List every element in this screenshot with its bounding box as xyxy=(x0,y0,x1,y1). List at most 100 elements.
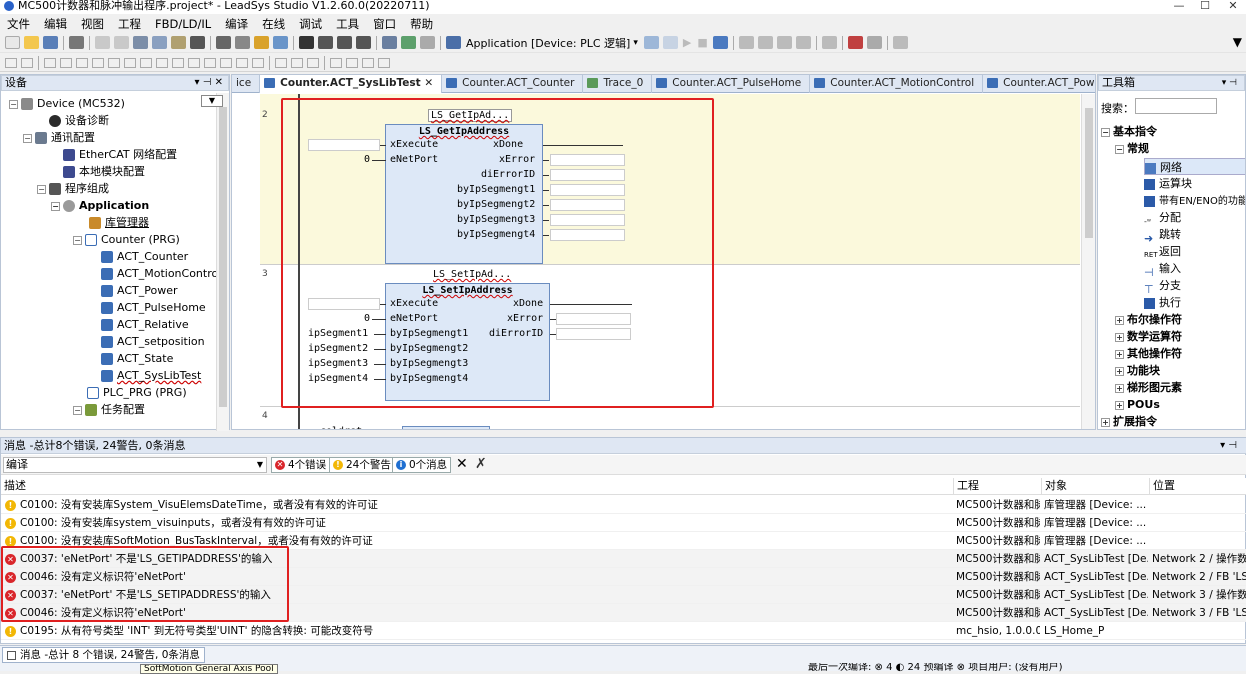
editor-scrollbar[interactable] xyxy=(1081,94,1095,429)
tree-item-library-manager[interactable]: 库管理器 xyxy=(89,214,149,231)
toolbox-category-basic[interactable]: − 基本指令 xyxy=(1101,123,1157,140)
set-reset-icon[interactable] xyxy=(362,57,374,68)
reset-icon[interactable] xyxy=(712,36,728,49)
chevron-down-icon[interactable]: ▾ xyxy=(633,38,638,48)
contact-icon[interactable] xyxy=(44,57,56,68)
toolbox-item-execute[interactable]: 执行 xyxy=(1144,294,1181,311)
edge-detect-icon[interactable] xyxy=(346,57,358,68)
tab-act-counter[interactable]: Counter.ACT_Counter xyxy=(442,75,584,93)
message-row[interactable]: ! C0195: 从有符号类型 'INT' 到无符号类型'UINT' 的隐含转换:… xyxy=(1,622,1246,640)
toolbox-category-general[interactable]: − 常规 xyxy=(1115,140,1149,157)
tab-act-pulsehome[interactable]: Counter.ACT_PulseHome xyxy=(652,75,811,93)
fbd-canvas[interactable]: 2 3 4 LS_GetIpAd... LS_GetIpAddress xExe… xyxy=(232,94,1082,429)
menu-view[interactable]: 视图 xyxy=(74,16,111,32)
rising-edge-icon[interactable] xyxy=(156,57,168,68)
save-icon[interactable] xyxy=(43,36,58,49)
replace-icon[interactable] xyxy=(235,36,250,49)
toolbox-category-extended[interactable]: + 扩展指令 xyxy=(1101,413,1157,429)
menu-window[interactable]: 窗口 xyxy=(366,16,403,32)
toolbox-item-return[interactable]: RET返回 xyxy=(1144,243,1181,260)
contact-parallel-negated-icon[interactable] xyxy=(92,57,104,68)
menu-online[interactable]: 在线 xyxy=(255,16,292,32)
menu-tools[interactable]: 工具 xyxy=(329,16,366,32)
open-folder-icon[interactable] xyxy=(24,36,39,49)
negate-icon[interactable] xyxy=(330,57,342,68)
messages-status-tab[interactable]: 消息 -总计 8 个错误, 24警告, 0条消息 xyxy=(2,647,205,663)
bookmark-icon[interactable] xyxy=(254,36,269,49)
tree-item-counter-prg[interactable]: − Counter (PRG) xyxy=(73,231,180,248)
tree-item-act-motioncontrol[interactable]: ACT_MotionControl xyxy=(101,265,217,282)
run-to-cursor-icon[interactable] xyxy=(795,36,811,49)
menu-debug[interactable]: 调试 xyxy=(292,16,329,32)
copy-icon[interactable] xyxy=(152,36,167,49)
column-project[interactable]: 工程 xyxy=(953,478,1041,495)
tree-item-application[interactable]: − Application xyxy=(51,197,149,214)
force-values-icon[interactable] xyxy=(866,36,882,49)
message-row[interactable]: ! C0100: 没有安装库System_VisuElemsDateTime，或者… xyxy=(1,496,1246,514)
toolbox-category-math[interactable]: + 数学运算符 xyxy=(1115,328,1182,345)
stop-icon[interactable]: ■ xyxy=(697,36,707,49)
menu-help[interactable]: 帮助 xyxy=(403,16,440,32)
panel-pin-icon[interactable]: ▾ ⊣ xyxy=(1222,76,1237,90)
new-file-icon[interactable] xyxy=(5,36,20,49)
build-icon[interactable] xyxy=(401,36,416,49)
panel-pin-icon[interactable]: ▾ ⊣ xyxy=(1220,438,1237,453)
input-icon[interactable] xyxy=(275,57,287,68)
toolbox-item-box-en[interactable]: 带有EN/ENO的功能 xyxy=(1144,192,1245,209)
tree-item-act-pulsehome[interactable]: ACT_PulseHome xyxy=(101,299,206,316)
tab-act-power[interactable]: Counter.ACT_Powe▾ xyxy=(983,75,1095,93)
box-with-en-icon[interactable] xyxy=(188,57,200,68)
tree-item-act-counter[interactable]: ACT_Counter xyxy=(101,248,188,265)
device-tree-scrollbar[interactable] xyxy=(216,93,229,431)
run-icon[interactable]: ▶ xyxy=(683,36,691,49)
toolbox-category-other[interactable]: + 其他操作符 xyxy=(1115,345,1182,362)
tab-trace[interactable]: Trace_0 xyxy=(583,75,653,93)
output-icon[interactable] xyxy=(291,57,303,68)
toolbox-item-network[interactable]: 网络 xyxy=(1144,158,1245,175)
bookmark-prev-icon[interactable] xyxy=(337,36,352,49)
assignment-icon[interactable] xyxy=(204,57,216,68)
menu-build[interactable]: 编译 xyxy=(218,16,255,32)
tree-item-act-setposition[interactable]: ACT_setposition xyxy=(101,333,205,350)
close-tab-icon[interactable]: ✕ xyxy=(424,77,433,89)
tree-item-diagnostics[interactable]: 设备诊断 xyxy=(49,112,109,129)
print-icon[interactable] xyxy=(69,36,84,49)
label-icon[interactable] xyxy=(236,57,248,68)
net4-variable[interactable]: coldrst xyxy=(320,426,362,429)
window-icon[interactable] xyxy=(382,36,397,49)
delete-icon[interactable] xyxy=(190,36,205,49)
clear-icon[interactable]: ✕ xyxy=(456,456,468,472)
close-window-button[interactable]: ✕ xyxy=(1220,0,1246,12)
toolbox-category-fb[interactable]: + 功能块 xyxy=(1115,362,1160,379)
tree-item-act-relative[interactable]: ACT_Relative xyxy=(101,316,189,333)
coil-icon[interactable] xyxy=(108,57,120,68)
reset-coil-icon[interactable] xyxy=(140,57,152,68)
return-icon[interactable] xyxy=(252,57,264,68)
tree-item-plc-prg[interactable]: PLC_PRG (PRG) xyxy=(87,384,187,401)
menu-project[interactable]: 工程 xyxy=(111,16,148,32)
breakpoint-icon[interactable] xyxy=(821,36,837,49)
tab-act-motioncontrol[interactable]: Counter.ACT_MotionControl xyxy=(810,75,984,93)
step-into-icon[interactable] xyxy=(757,36,773,49)
menu-edit[interactable]: 编辑 xyxy=(37,16,74,32)
toolbox-item-branch[interactable]: ⊤ 分支 xyxy=(1144,277,1181,296)
bookmark-clear-icon[interactable] xyxy=(356,36,371,49)
bookmark-next-icon[interactable] xyxy=(318,36,333,49)
toolbox-item-jump[interactable]: ➜ 跳转 xyxy=(1144,226,1181,245)
tree-item-act-syslibtest[interactable]: ACT_SysLibTest xyxy=(101,367,201,384)
parallel-branch-icon[interactable] xyxy=(378,57,390,68)
toolbox-item-box[interactable]: 运算块 xyxy=(1144,175,1192,192)
toolbox-category-boolean[interactable]: + 布尔操作符 xyxy=(1115,311,1182,328)
errors-filter-button[interactable]: ✕ 4个错误 xyxy=(271,457,331,473)
network-insert-icon[interactable] xyxy=(5,57,17,68)
tree-item-ethercat[interactable]: EtherCAT 网络配置 xyxy=(63,146,177,163)
tab-act-syslibtest[interactable]: Counter.ACT_SysLibTest ✕ xyxy=(260,75,443,93)
info-filter-button[interactable]: i 0个消息 xyxy=(392,457,452,473)
unforce-icon[interactable] xyxy=(892,36,908,49)
login-icon[interactable] xyxy=(643,36,659,49)
warnings-filter-button[interactable]: ! 24个警告 xyxy=(329,457,395,473)
maximize-button[interactable]: ☐ xyxy=(1192,0,1218,12)
tree-item-device[interactable]: − Device (MC532) xyxy=(9,95,125,112)
contact-negated-icon[interactable] xyxy=(60,57,72,68)
tree-item-task-config[interactable]: − 任务配置 xyxy=(73,401,145,418)
